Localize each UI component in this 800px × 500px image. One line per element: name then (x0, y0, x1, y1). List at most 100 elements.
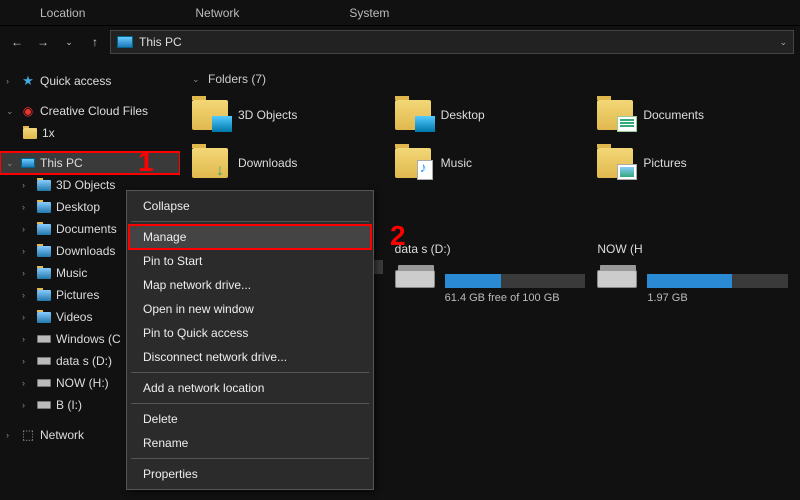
folder-icon (37, 224, 51, 235)
folder-label: Desktop (441, 108, 485, 122)
pc-icon (21, 158, 35, 168)
drive-label: NOW (H (597, 242, 788, 256)
drive-icon (37, 379, 51, 387)
address-bar[interactable]: This PC ⌄ (110, 30, 794, 54)
chevron-right-icon: › (22, 268, 32, 278)
separator (131, 403, 369, 404)
drive-label: data s (D:) (395, 242, 586, 256)
drive-icon (37, 401, 51, 409)
ctx-manage[interactable]: Manage (129, 225, 371, 249)
tab-location[interactable]: Location (0, 6, 155, 20)
sidebar-quick-access[interactable]: › ★ Quick access (0, 70, 180, 92)
ctx-rename[interactable]: Rename (129, 431, 371, 455)
sidebar-item-label: NOW (H:) (56, 376, 109, 390)
chevron-right-icon: › (22, 246, 32, 256)
sidebar-item-1x[interactable]: 1x (0, 122, 180, 144)
sidebar-item-label: Downloads (56, 244, 115, 258)
network-icon: ⬚ (20, 428, 36, 442)
folder-item[interactable]: Pictures (597, 144, 788, 182)
sidebar-item-label: Videos (56, 310, 92, 324)
nav-bar: ← → ⌄ ↑ This PC ⌄ (0, 26, 800, 58)
ctx-properties[interactable]: Properties (129, 462, 371, 486)
up-button[interactable]: ↑ (84, 31, 106, 53)
folder-icon (37, 268, 51, 279)
drive-free-text: 1.97 GB (597, 292, 788, 304)
folder-item[interactable]: Documents (597, 96, 788, 134)
sidebar-item-label: Documents (56, 222, 117, 236)
chevron-down-icon: ⌄ (6, 158, 16, 169)
annotation-2: 2 (390, 220, 406, 252)
context-menu: Collapse Manage Pin to Start Map network… (126, 190, 374, 490)
chevron-right-icon: › (6, 76, 16, 86)
folder-icon (192, 100, 228, 130)
folder-item[interactable]: Desktop (395, 96, 586, 134)
overlay-icon (212, 116, 232, 132)
chevron-down-icon: ⌄ (6, 106, 16, 117)
overlay-icon (415, 116, 435, 132)
overlay-icon (417, 160, 433, 180)
sidebar-item-label: Pictures (56, 288, 99, 302)
folder-label: 3D Objects (238, 108, 297, 122)
sidebar-item-label: Windows (C (56, 332, 121, 346)
section-header-folders[interactable]: ⌄ Folders (7) (192, 72, 788, 86)
address-dropdown-icon[interactable]: ⌄ (779, 37, 787, 48)
folder-icon (597, 148, 633, 178)
overlay-icon (212, 164, 232, 180)
sidebar-item-label: Network (40, 428, 84, 442)
ctx-add-network-location[interactable]: Add a network location (129, 376, 371, 400)
ctx-pin-start[interactable]: Pin to Start (129, 249, 371, 273)
folder-icon (23, 128, 37, 139)
folder-label: Pictures (643, 156, 686, 170)
folder-icon (37, 312, 51, 323)
chevron-right-icon: › (22, 180, 32, 190)
folder-icon (395, 100, 431, 130)
forward-button[interactable]: → (32, 31, 54, 53)
sidebar-item-label: Quick access (40, 74, 111, 88)
star-icon: ★ (20, 74, 36, 88)
separator (131, 372, 369, 373)
drive-item[interactable]: NOW (H 1.97 GB (597, 242, 788, 304)
ctx-collapse[interactable]: Collapse (129, 194, 371, 218)
tab-network[interactable]: Network (155, 6, 309, 20)
drive-icon (395, 270, 435, 288)
ctx-disconnect-drive[interactable]: Disconnect network drive... (129, 345, 371, 369)
chevron-right-icon: › (22, 312, 32, 322)
drive-icon (597, 270, 637, 288)
folder-icon (37, 246, 51, 257)
ctx-delete[interactable]: Delete (129, 407, 371, 431)
folder-icon (395, 148, 431, 178)
folder-icon (37, 202, 51, 213)
chevron-right-icon: › (22, 202, 32, 212)
drive-item[interactable]: data s (D:)61.4 GB free of 100 GB (395, 242, 586, 304)
separator (131, 221, 369, 222)
creative-cloud-icon: ◉ (20, 104, 36, 118)
overlay-icon (617, 116, 637, 132)
recent-dropdown[interactable]: ⌄ (58, 31, 80, 53)
overlay-icon (617, 164, 637, 180)
ribbon-tabs: Location Network System (0, 0, 800, 26)
sidebar-item-label: 3D Objects (56, 178, 115, 192)
folder-item[interactable]: Downloads (192, 144, 383, 182)
drive-usage-bar (445, 274, 586, 288)
ctx-open-new-window[interactable]: Open in new window (129, 297, 371, 321)
sidebar-item-label: Music (56, 266, 87, 280)
sidebar-item-label: B (I:) (56, 398, 82, 412)
drive-usage-bar (647, 274, 788, 288)
sidebar-item-label: This PC (40, 156, 83, 170)
folder-label: Downloads (238, 156, 297, 170)
chevron-down-icon: ⌄ (192, 74, 202, 85)
section-title: Folders (7) (208, 72, 266, 86)
ctx-pin-quick[interactable]: Pin to Quick access (129, 321, 371, 345)
folder-icon (37, 290, 51, 301)
drive-icon (37, 357, 51, 365)
drive-icon (37, 335, 51, 343)
annotation-1: 1 (138, 146, 154, 178)
tab-system[interactable]: System (309, 6, 459, 20)
ctx-map-drive[interactable]: Map network drive... (129, 273, 371, 297)
folder-item[interactable]: Music (395, 144, 586, 182)
back-button[interactable]: ← (6, 31, 28, 53)
sidebar-creative-cloud[interactable]: ⌄ ◉ Creative Cloud Files (0, 100, 180, 122)
folder-item[interactable]: 3D Objects (192, 96, 383, 134)
folder-label: Documents (643, 108, 704, 122)
folder-icon (597, 100, 633, 130)
